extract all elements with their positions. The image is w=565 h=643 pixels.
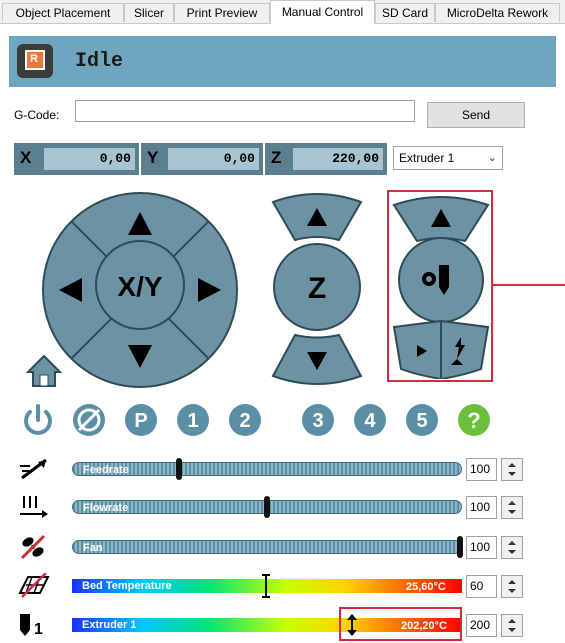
flowrate-icon — [20, 496, 48, 518]
gcode-label: G-Code: — [14, 108, 60, 122]
feedrate-row: Feedrate 100 — [0, 456, 565, 486]
z-value: 220,00 — [293, 148, 383, 170]
x-value: 0,00 — [44, 148, 135, 170]
feedrate-input[interactable]: 100 — [466, 458, 497, 481]
send-button[interactable]: Send — [427, 102, 525, 128]
feedrate-slider[interactable]: Feedrate — [72, 462, 462, 476]
flowrate-spinner[interactable] — [501, 496, 523, 519]
tab-microdelta-rework[interactable]: MicroDelta Rework — [435, 3, 560, 22]
svg-text:5: 5 — [416, 410, 427, 432]
retract-button[interactable] — [440, 319, 490, 379]
extruder-temperature-spinner[interactable] — [501, 614, 523, 637]
bed-temperature-spinner[interactable] — [501, 575, 523, 598]
fan-off-icon[interactable] — [71, 402, 107, 438]
z-label: Z — [308, 272, 326, 305]
y-coordinate: Y 0,00 — [141, 143, 263, 175]
fan-spinner[interactable] — [501, 536, 523, 559]
flowrate-row: Flowrate 100 — [0, 494, 565, 524]
home-icon[interactable] — [26, 354, 62, 388]
xy-jog-pad: X/Y — [42, 192, 238, 388]
extruder-select[interactable]: Extruder 1 ⌄ — [393, 146, 503, 170]
status-text: Idle — [75, 50, 124, 73]
svg-text:1: 1 — [187, 410, 198, 432]
preset-1-button[interactable]: 1 — [175, 402, 211, 438]
help-icon[interactable]: ? — [456, 402, 492, 438]
tab-print-preview[interactable]: Print Preview — [174, 3, 270, 22]
flowrate-input[interactable]: 100 — [466, 496, 497, 519]
x-coordinate: X 0,00 — [14, 143, 139, 175]
svg-text:1: 1 — [34, 621, 43, 638]
bed-temperature-reading: 25,60°C — [406, 581, 446, 593]
fan-slider[interactable]: Fan — [72, 540, 462, 554]
fan-slider-thumb[interactable] — [457, 536, 463, 558]
park-icon[interactable]: P — [123, 402, 159, 438]
fan-input[interactable]: 100 — [466, 536, 497, 559]
extruder-jog-pad — [392, 196, 490, 379]
tab-bar: Object Placement Slicer Print Preview Ma… — [0, 0, 565, 24]
flowrate-slider-thumb[interactable] — [264, 496, 270, 518]
feedrate-spinner[interactable] — [501, 458, 523, 481]
printer-logo-icon: R — [17, 44, 53, 78]
y-value: 0,00 — [168, 148, 259, 170]
preset-5-button[interactable]: 5 — [404, 402, 440, 438]
preset-3-button[interactable]: 3 — [300, 402, 336, 438]
extruder-reading-highlight — [339, 607, 462, 641]
chevron-down-icon: ⌄ — [487, 152, 497, 164]
tab-manual-control[interactable]: Manual Control — [270, 0, 375, 24]
bed-temperature-slider-thumb[interactable] — [261, 573, 271, 599]
z-jog-pad: Z — [271, 193, 363, 385]
bed-temperature-row: Bed Temperature 25,60°C 60 — [0, 573, 565, 603]
gcode-input[interactable] — [75, 100, 415, 122]
svg-text:3: 3 — [312, 410, 323, 432]
fan-icon — [20, 534, 46, 560]
power-icon[interactable] — [20, 402, 56, 438]
extruder-icon: 1 — [20, 614, 43, 638]
tab-object-placement[interactable]: Object Placement — [2, 3, 124, 22]
feedrate-icon — [20, 458, 47, 480]
highlight-callout-line — [492, 284, 565, 286]
status-header: R Idle — [9, 36, 556, 87]
tab-sd-card[interactable]: SD Card — [375, 3, 435, 22]
svg-text:P: P — [134, 410, 147, 432]
svg-text:2: 2 — [239, 410, 250, 432]
preset-4-button[interactable]: 4 — [352, 402, 388, 438]
xy-label: X/Y — [117, 271, 162, 302]
z-coordinate: Z 220,00 — [265, 143, 387, 175]
heated-bed-icon — [18, 573, 50, 598]
svg-text:?: ? — [467, 408, 480, 433]
svg-text:4: 4 — [364, 410, 376, 432]
preset-2-button[interactable]: 2 — [227, 402, 263, 438]
feedrate-slider-thumb[interactable] — [176, 458, 182, 480]
extruder-temperature-row: 1 Extruder 1 202,20°C 200 — [0, 612, 565, 642]
fan-row: Fan 100 — [0, 534, 565, 564]
extruder-temperature-input[interactable]: 200 — [466, 614, 497, 637]
tab-slicer[interactable]: Slicer — [124, 3, 174, 22]
bed-temperature-input[interactable]: 60 — [466, 575, 497, 598]
